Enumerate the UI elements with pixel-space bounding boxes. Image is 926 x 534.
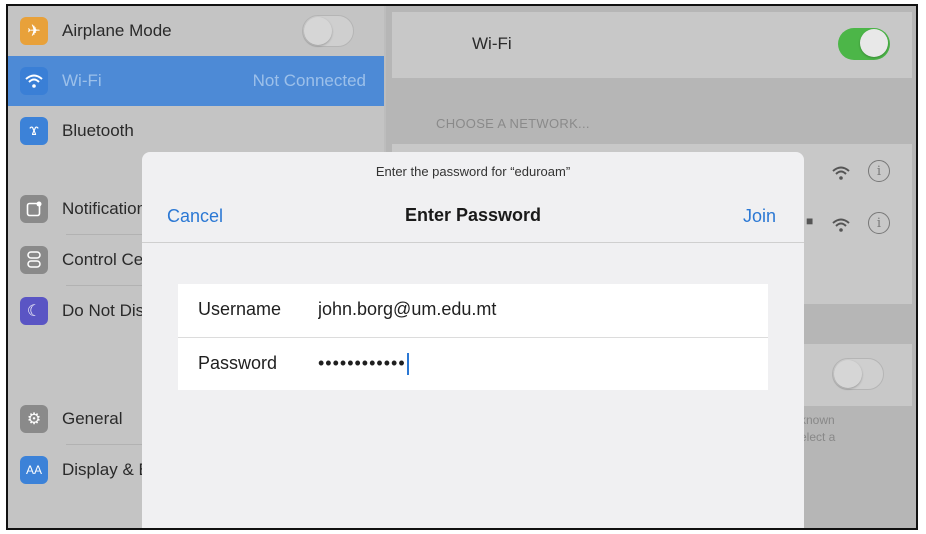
header-divider <box>142 242 804 243</box>
sidebar-item-label: Wi-Fi <box>62 71 102 90</box>
username-label: Username <box>198 299 282 319</box>
sidebar-item-label: General <box>62 409 123 428</box>
text-caret <box>406 353 409 376</box>
password-label: Password <box>198 353 278 373</box>
wifi-signal-icon <box>832 216 850 237</box>
toggle-knob <box>860 29 888 57</box>
sidebar-item-bluetooth[interactable]: ϫ Bluetooth <box>8 106 384 156</box>
sidebar-item-label: Bluetooth <box>62 121 134 140</box>
toggle-knob <box>834 360 862 388</box>
moon-icon: ☾ <box>20 297 48 325</box>
control-center-icon <box>20 246 48 274</box>
password-mask: •••••••••••• <box>318 353 406 373</box>
password-prompt: Enter the password for “eduroam” <box>375 164 571 179</box>
join-button[interactable]: Join <box>743 206 776 227</box>
cancel-button[interactable]: Cancel <box>167 206 223 227</box>
airplane-icon: ✈ <box>20 17 48 45</box>
wifi-icon <box>20 67 48 95</box>
ask-to-join-toggle[interactable] <box>832 358 884 390</box>
sidebar-item-label: Notifications <box>62 199 155 218</box>
sidebar-item-label: Airplane Mode <box>62 21 172 40</box>
wifi-signal-icon <box>832 164 850 185</box>
footer-line: known <box>800 413 835 427</box>
username-field[interactable] <box>318 299 738 320</box>
display-icon: AA <box>20 456 48 484</box>
ask-to-join-footer: known elect a <box>800 412 835 446</box>
airplane-mode-toggle[interactable] <box>302 15 354 47</box>
bluetooth-icon: ϫ <box>20 117 48 145</box>
network-info-icon[interactable]: i <box>868 160 890 182</box>
password-field[interactable]: •••••••••••• <box>318 353 738 376</box>
notifications-icon <box>20 195 48 223</box>
credentials-form: Username Password •••••••••••• <box>178 284 768 390</box>
password-row: Password •••••••••••• <box>178 338 768 391</box>
sidebar-item-airplane-mode[interactable]: ✈ Airplane Mode <box>8 6 384 56</box>
toggle-knob <box>304 17 332 45</box>
choose-network-header: CHOOSE A NETWORK... <box>436 116 590 131</box>
dialog-title: Enter Password <box>404 205 542 225</box>
gear-icon: ⚙ <box>20 405 48 433</box>
username-row: Username <box>178 284 768 338</box>
screen-frame: ✈ Airplane Mode Wi-Fi Not Connected ϫ Bl… <box>6 4 918 530</box>
footer-line: elect a <box>800 430 836 444</box>
sidebar-item-wifi[interactable]: Wi-Fi Not Connected <box>8 56 384 106</box>
wifi-row-label: Wi-Fi <box>472 34 512 53</box>
wifi-toggle[interactable] <box>838 28 890 60</box>
enter-password-dialog: Enter the password for “eduroam” Cancel … <box>142 152 804 528</box>
network-info-icon[interactable]: i <box>868 212 890 234</box>
wifi-toggle-row: Wi-Fi <box>392 12 912 78</box>
wifi-status-value: Not Connected <box>252 71 366 90</box>
lock-icon: ■ <box>806 214 814 228</box>
